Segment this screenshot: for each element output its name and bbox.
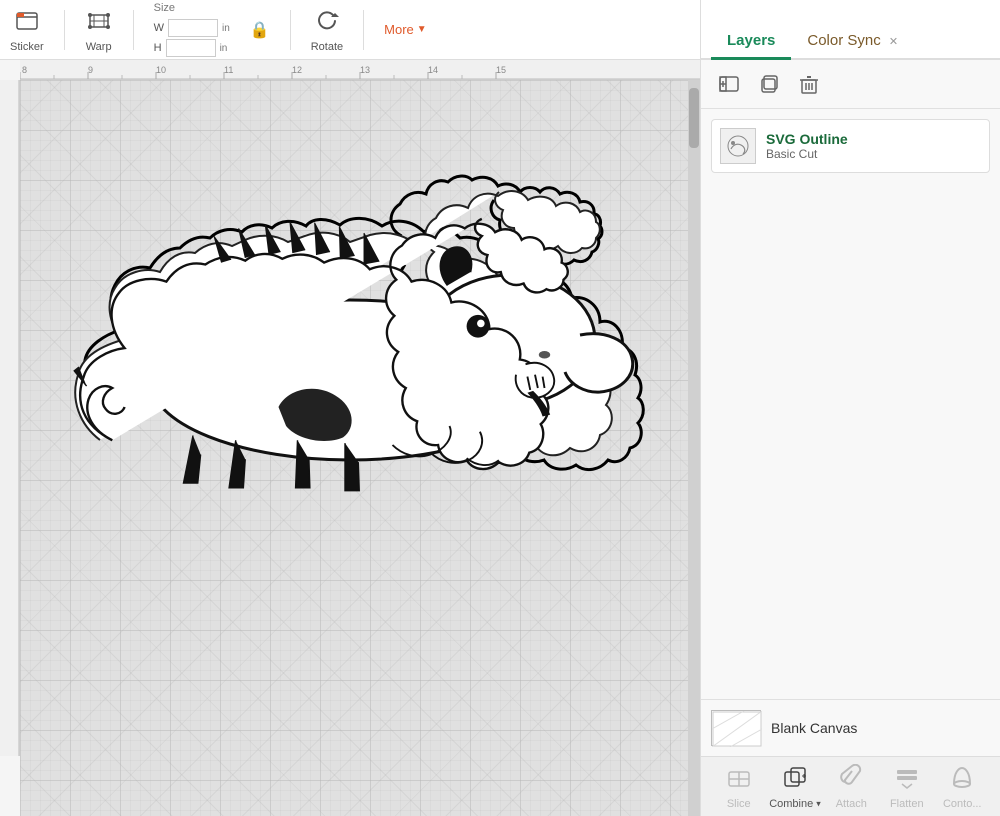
bottom-toolbar: Slice Combine ▾ Attach xyxy=(701,756,1000,816)
size-label: Size xyxy=(154,2,230,14)
canvas-area[interactable] xyxy=(20,80,700,816)
lock-icon[interactable]: 🔒 xyxy=(250,20,270,40)
size-group: Size W in H in xyxy=(154,2,230,57)
blank-canvas-section[interactable]: Blank Canvas xyxy=(701,699,1000,756)
svg-text:12: 12 xyxy=(292,65,302,75)
tab-color-sync-label: Color Sync xyxy=(807,32,880,49)
svg-text:11: 11 xyxy=(224,65,233,75)
combine-label: Combine ▾ xyxy=(769,798,821,810)
sticker-icon xyxy=(13,7,41,41)
slice-label: Slice xyxy=(727,798,751,810)
attach-label: Attach xyxy=(836,798,867,810)
svg-text:9: 9 xyxy=(88,65,93,75)
svg-text:15: 15 xyxy=(496,65,506,75)
separator-4 xyxy=(363,10,364,50)
right-panel: Layers Color Sync ✕ xyxy=(700,0,1000,816)
flatten-button[interactable]: Flatten xyxy=(882,764,932,810)
more-label: More xyxy=(384,22,414,37)
tab-close-icon[interactable]: ✕ xyxy=(889,36,898,48)
flatten-label: Flatten xyxy=(890,798,924,810)
contour-icon xyxy=(949,764,975,796)
tab-color-sync[interactable]: Color Sync ✕ xyxy=(791,24,914,60)
contour-button[interactable]: Conto... xyxy=(937,764,987,810)
sticker-label: Sticker xyxy=(10,41,44,53)
delete-layer-button[interactable] xyxy=(791,68,827,100)
svg-text:10: 10 xyxy=(156,65,166,75)
duplicate-layer-button[interactable] xyxy=(751,68,787,100)
attach-icon xyxy=(838,764,864,796)
slice-icon xyxy=(726,764,752,796)
separator-1 xyxy=(64,10,65,50)
rotate-label: Rotate xyxy=(311,41,343,53)
more-button[interactable]: More ▼ xyxy=(384,22,427,37)
warp-label: Warp xyxy=(86,41,112,53)
svg-text:13: 13 xyxy=(360,65,370,75)
canvas-scrollbar[interactable] xyxy=(688,80,700,816)
height-label: H xyxy=(154,42,162,54)
rotate-tool[interactable]: Rotate xyxy=(311,7,343,53)
blank-canvas-thumbnail xyxy=(711,710,761,746)
layer-type: Basic Cut xyxy=(766,147,981,161)
layer-list: SVG Outline Basic Cut xyxy=(701,109,1000,699)
blank-canvas-label: Blank Canvas xyxy=(771,720,857,736)
attach-button[interactable]: Attach xyxy=(826,764,876,810)
flatten-icon xyxy=(894,764,920,796)
layer-name: SVG Outline xyxy=(766,131,981,147)
combine-icon xyxy=(782,764,808,796)
combine-arrow-icon: ▾ xyxy=(816,798,821,808)
slice-button[interactable]: Slice xyxy=(714,764,764,810)
height-input[interactable] xyxy=(166,39,216,57)
sticker-tool[interactable]: Sticker xyxy=(10,7,44,53)
layer-info: SVG Outline Basic Cut xyxy=(766,131,981,161)
more-arrow-icon: ▼ xyxy=(417,24,427,35)
width-label: W xyxy=(154,22,164,34)
separator-2 xyxy=(133,10,134,50)
razorback-image[interactable] xyxy=(50,140,660,510)
height-unit: in xyxy=(220,43,228,54)
combine-button[interactable]: Combine ▾ xyxy=(769,764,821,810)
warp-tool[interactable]: Warp xyxy=(85,7,113,53)
panel-tabs: Layers Color Sync ✕ xyxy=(701,0,1000,60)
warp-icon xyxy=(85,7,113,41)
panel-icons-row xyxy=(701,60,1000,109)
width-input[interactable] xyxy=(168,19,218,37)
svg-text:8: 8 xyxy=(22,65,27,75)
separator-3 xyxy=(290,10,291,50)
tab-layers[interactable]: Layers xyxy=(711,24,791,60)
svg-text:14: 14 xyxy=(428,65,438,75)
layer-item[interactable]: SVG Outline Basic Cut xyxy=(711,119,990,173)
scrollbar-thumb[interactable] xyxy=(689,88,699,148)
rotate-icon xyxy=(313,7,341,41)
tab-layers-label: Layers xyxy=(727,32,775,49)
add-layer-button[interactable] xyxy=(711,68,747,100)
ruler-vertical xyxy=(0,80,20,756)
contour-label: Conto... xyxy=(943,798,982,810)
width-unit: in xyxy=(222,23,230,34)
layer-thumbnail xyxy=(720,128,756,164)
